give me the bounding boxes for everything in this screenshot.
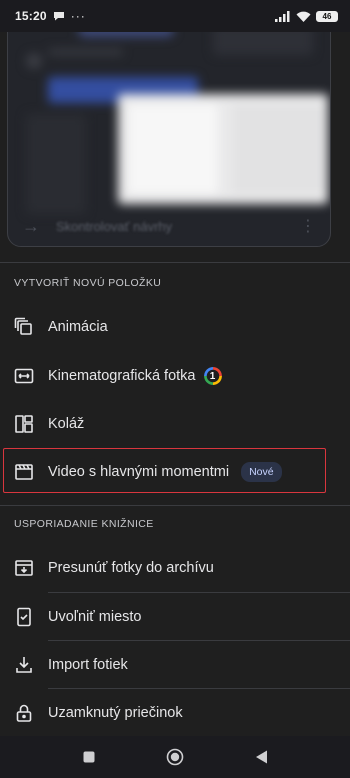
menu-item-label: Video s hlavnými momentmi: [48, 464, 230, 480]
back-button[interactable]: [249, 745, 273, 769]
more-vert-icon[interactable]: ⋮: [300, 216, 316, 236]
home-button[interactable]: [163, 745, 187, 769]
free-up-space-icon: [0, 593, 48, 641]
divider: [0, 505, 350, 506]
collage-icon: [0, 400, 48, 448]
preview-footer[interactable]: → Skontrolovať návrhy ⋮: [8, 206, 330, 246]
status-bar: 15:20 ··· 46: [0, 0, 350, 32]
new-badge: Nové: [241, 462, 282, 482]
screen: 15:20 ··· 46 → Skontrolovať návrhy ⋮ VYT…: [0, 0, 350, 778]
menu-item-label: Koláž: [48, 416, 85, 432]
menu-item-import[interactable]: Import fotiek: [0, 641, 350, 689]
divider: [0, 262, 350, 263]
system-navigation-bar: [0, 736, 350, 778]
menu-item-label: Kinematografická fotka: [48, 368, 196, 384]
menu-item-label: Animácia: [48, 319, 108, 335]
animation-icon: [0, 303, 48, 351]
archive-icon: [0, 544, 48, 592]
menu-item-label: Import fotiek: [48, 657, 128, 673]
highlight-video-icon: [0, 448, 48, 496]
more-notifications-icon: ···: [70, 9, 86, 23]
menu-item-animation[interactable]: Animácia: [0, 303, 350, 351]
signal-icon: [275, 10, 290, 22]
section-header-organize: USPORIADANIE KNIŽNICE: [14, 518, 154, 530]
menu-item-label: Uvoľniť miesto: [48, 609, 142, 625]
arrow-right-icon: →: [22, 215, 40, 236]
menu-item-free-up-space[interactable]: Uvoľniť miesto: [0, 593, 350, 641]
recents-icon: [83, 751, 95, 763]
recents-button[interactable]: [77, 745, 101, 769]
cinematic-photo-icon: [0, 352, 48, 400]
section-header-create: VYTVORIŤ NOVÚ POLOŽKU: [14, 277, 162, 289]
status-time: 15:20: [15, 9, 47, 23]
home-icon: [166, 748, 184, 766]
status-right: 46: [275, 10, 338, 22]
battery-icon: 46: [316, 10, 338, 22]
chat-notification-icon: [53, 12, 64, 21]
menu-item-locked-folder[interactable]: Uzamknutý priečinok: [0, 689, 350, 737]
back-icon: [255, 750, 267, 764]
menu-item-cinematic-photo[interactable]: Kinematografická fotka 1: [0, 352, 350, 400]
menu-item-archive[interactable]: Presunúť fotky do archívu: [0, 544, 350, 592]
menu-item-label: Uzamknutý priečinok: [48, 705, 183, 721]
menu-item-label: Presunúť fotky do archívu: [48, 560, 214, 576]
import-icon: [0, 641, 48, 689]
status-left: 15:20 ···: [15, 9, 86, 23]
lock-icon: [0, 689, 48, 737]
menu-item-collage[interactable]: Koláž: [0, 400, 350, 448]
menu-item-highlight-video[interactable]: Video s hlavnými momentmi Nové: [0, 448, 350, 496]
suggestions-preview-card[interactable]: → Skontrolovať návrhy ⋮: [7, 18, 331, 247]
wifi-icon: [296, 11, 311, 22]
preview-footer-label: Skontrolovať návrhy: [56, 218, 173, 234]
count-badge: 1: [204, 367, 222, 385]
